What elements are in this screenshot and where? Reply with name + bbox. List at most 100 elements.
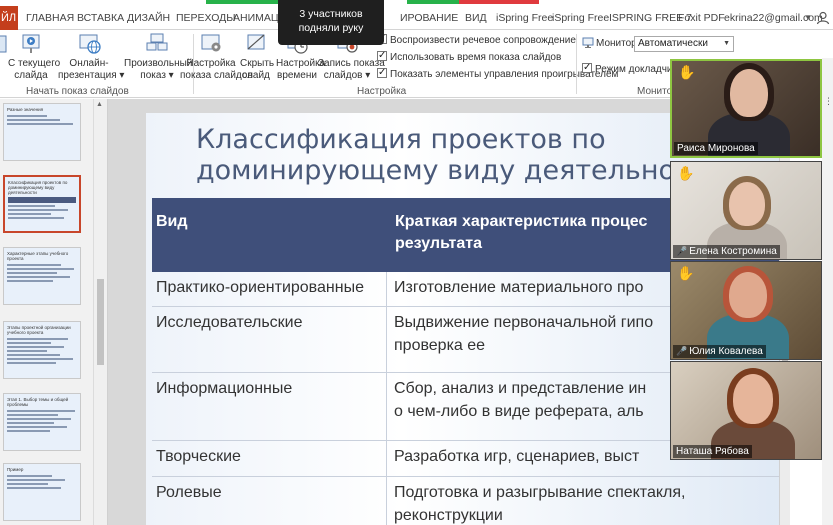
participant-name: Раиса Миронова [674,142,758,155]
thumbnail-text-line [7,123,73,125]
setup-show-button[interactable]: Настройка показа слайдов [180,32,253,82]
tab-ispring-free-2[interactable]: iSpring Free [552,6,609,30]
slide-title[interactable]: Классификация проектов по доминирующему … [196,124,706,186]
participant-face [729,182,765,226]
cell-type: Практико-ориентированные [156,279,364,296]
cell-description: Сбор, анализ и представление ин [394,380,647,397]
checkbox-box[interactable] [377,66,387,80]
slide-thumbnail[interactable]: Этапы проектной организации учебного про… [3,321,81,379]
muted-mic-icon: 🎤 [676,246,688,256]
user-icon[interactable] [816,11,830,25]
hide-slide-button[interactable]: Скрыть слайд [240,32,274,82]
checkbox-box[interactable] [582,61,592,75]
globe-icon [79,34,101,54]
cell-type: Информационные [156,380,293,397]
thumbnail-text-line [7,426,67,428]
participant-face [730,69,768,117]
thumbnail-text-line [7,272,57,274]
slide-thumbnails-panel: Разные значения Классификация проектов по… [0,99,108,525]
raised-hand-icon: ✋ [677,165,695,181]
thumbnail-title: Пример [7,467,24,472]
thumbnail-text-line [7,422,54,424]
online-presentation-button[interactable]: Онлайн- презентация ▾ [58,32,124,82]
header-type: Вид [156,213,188,230]
thumbnail-text-line [7,280,53,282]
monitor-select[interactable]: Автоматически ▼ [634,36,734,52]
cell-description: Выдвижение первоначальной гипо [394,314,654,331]
thumbnail-text-line [7,475,52,477]
thumbnail-text-line [8,213,51,215]
slide-play-icon [22,34,40,53]
checkbox-presenter-view[interactable]: Режим докладчика [582,61,683,77]
hands-raised-notification: 3 участников подняли руку [278,0,384,45]
from-beginning-icon[interactable] [0,34,8,56]
checkbox-box[interactable] [377,49,387,63]
thumbnail-text-line [7,350,47,352]
tab-home[interactable]: ГЛАВНАЯ [26,6,74,30]
thumbnail-title: Этап 1. Выбор темы и общей проблемы [7,397,69,407]
stop-share-bar[interactable] [459,0,539,4]
thumbnail-title: Классификация проектов по доминирующему … [8,180,68,195]
custom-show-icon [146,33,168,51]
participant-video-tile[interactable]: ✋ 🎤 Юлия Ковалева [670,261,822,360]
group-label-start-show: Начать показ слайдов [26,86,129,97]
participant-video-tile[interactable]: ✋ 🎤 Елена Костромина [670,161,822,260]
thumbnail-text-line [7,119,60,121]
hide-slide-icon [247,34,265,50]
tab-view[interactable]: ВИД [465,6,487,30]
checkbox-use-timings[interactable]: Использовать время показа слайдов [377,49,561,65]
checkbox-play-narrations[interactable]: Воспроизвести речевое сопровождение [377,32,576,48]
cell-description: Изготовление материального про [394,279,644,296]
participant-name-text: Елена Костромина [689,246,777,257]
column-divider [386,441,387,476]
thumbnail-text-line [7,268,74,270]
slide-thumbnail[interactable]: Классификация проектов по доминирующему … [3,175,81,233]
participant-face [729,272,767,318]
slide-thumbnail[interactable]: Характерные этапы учебного проекта [3,247,81,305]
thumbnail-text-line [8,209,68,211]
tab-design[interactable]: ДИЗАЙН [127,6,170,30]
thumbnail-text-line [7,264,61,266]
thumbnail-text-line [7,346,64,348]
tab-transitions[interactable]: ПЕРЕХОДЫ [176,6,236,30]
thumbnail-text-line [7,354,60,356]
column-divider [386,307,387,372]
participant-face [733,374,773,424]
participant-video-tile[interactable]: Наташа Рябова [670,361,822,460]
slide-thumbnail[interactable]: Разные значения [3,103,81,161]
cell-description: Подготовка и разыгрывание спектакля, [394,484,686,501]
share-indicator-bar-right [407,0,459,4]
scrollbar-thumb[interactable] [97,279,104,365]
tab-ispring-free-1[interactable]: iSpring Free [496,6,553,30]
participant-name-text: Раиса Миронова [677,143,755,154]
participant-video-tile[interactable]: ✋ Раиса Миронова [670,59,822,158]
muted-mic-icon: 🎤 [676,346,688,356]
video-panel-controls-icon[interactable]: ⋮ [824,96,833,106]
cell-description: Разработка игр, сценариев, выст [394,448,640,465]
thumbnail-text-line [8,205,55,207]
tab-foxit-pdf[interactable]: Foxit PDF [678,6,725,30]
thumbnail-text-line [7,487,61,489]
chevron-down-icon[interactable]: ▼ [804,6,812,30]
video-panel-edge [822,58,833,525]
slide-thumbnail[interactable]: Этап 1. Выбор темы и общей проблемы [3,393,81,451]
tab-review[interactable]: ИРОВАНИЕ [400,6,458,30]
thumbnail-text-line [7,410,75,412]
group-label-setup: Настройка [357,86,407,97]
column-divider [386,373,387,440]
scroll-up-icon[interactable]: ▲ [96,101,103,108]
thumbnail-title: Этапы проектной организации учебного про… [7,325,71,335]
monitor-icon [582,37,594,48]
cell-type: Творческие [156,448,241,465]
tab-insert[interactable]: ВСТАВКА [77,6,124,30]
chevron-down-icon: ▼ [723,40,730,47]
participant-name-text: Наташа Рябова [676,446,749,457]
thumbnails-scrollbar[interactable]: ▲ [93,99,107,525]
thumbnail-text-line [7,342,51,344]
tab-file[interactable]: ЙЛ [0,6,18,30]
from-current-slide-button[interactable]: С текущего слайда [8,32,60,82]
participant-name: Наташа Рябова [673,445,752,458]
table-row: Ролевые Подготовка и разыгрывание спектак… [152,477,786,525]
slide-thumbnail[interactable]: Пример [3,463,81,521]
cell-description-cont: проверка ее [394,337,486,354]
